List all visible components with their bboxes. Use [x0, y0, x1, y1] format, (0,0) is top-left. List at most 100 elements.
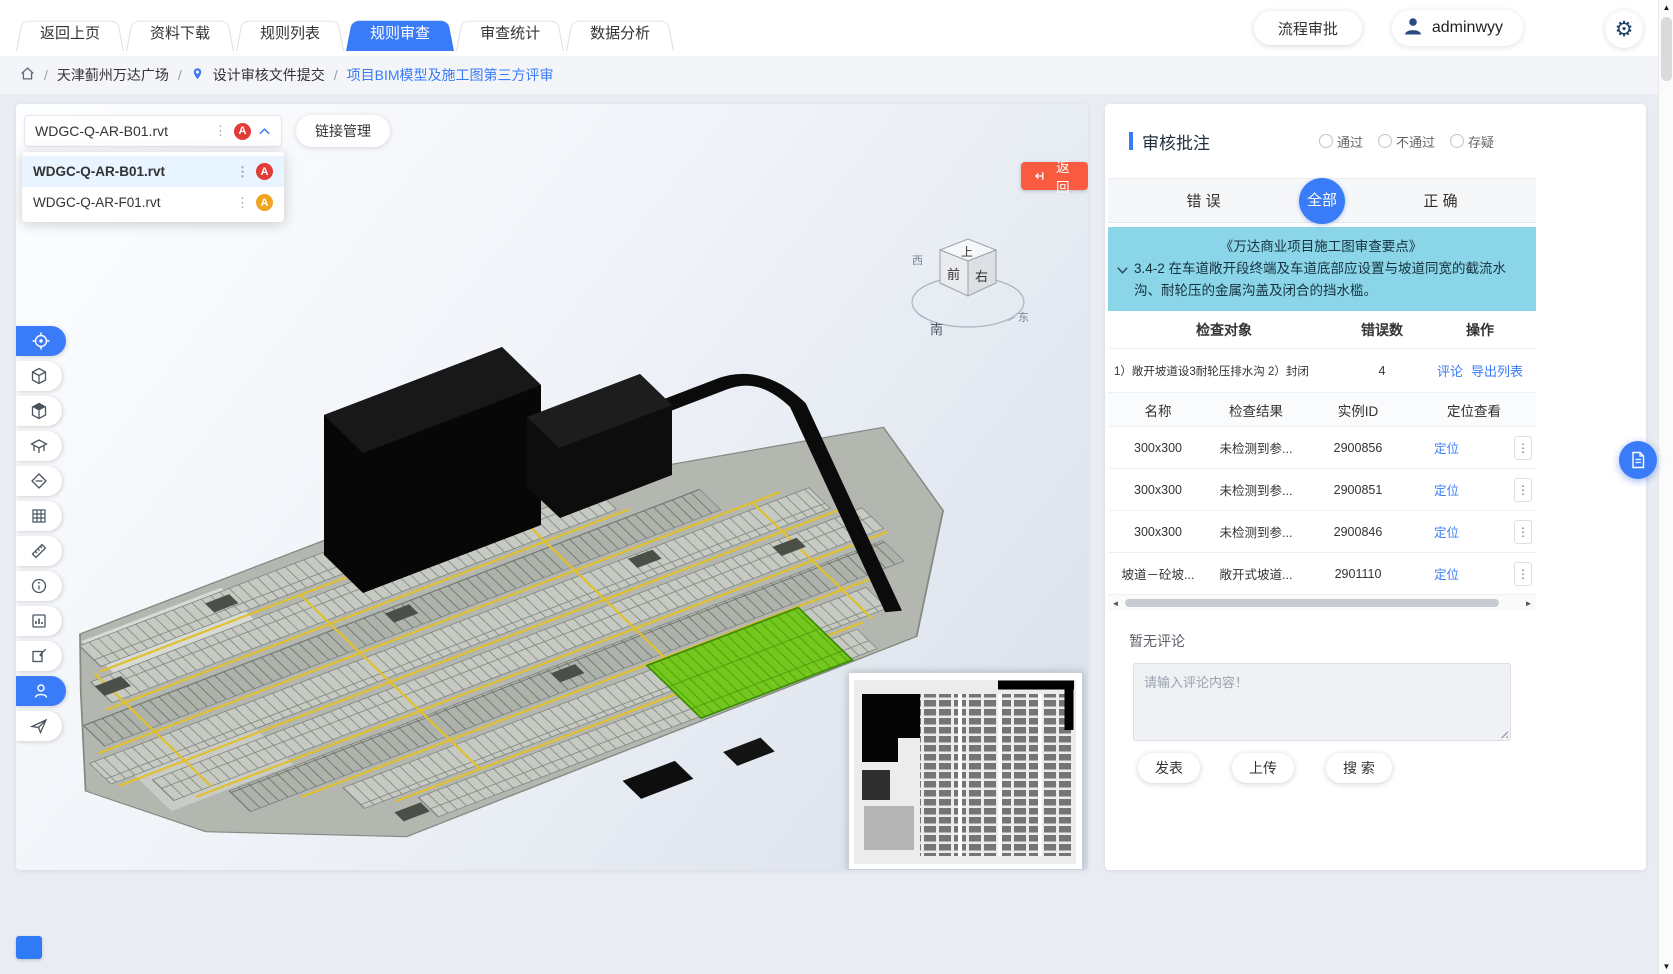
roam-person-icon[interactable]: [16, 676, 66, 706]
page-scrollbar[interactable]: ▲ ▼: [1658, 0, 1673, 974]
detail-table-header: 名称 检查结果 实例ID 定位查看: [1108, 393, 1536, 427]
navigate-crosshair-icon[interactable]: [16, 326, 66, 356]
document-fab[interactable]: [1619, 441, 1657, 479]
grid-icon[interactable]: [16, 501, 62, 531]
search-button[interactable]: 搜 索: [1326, 753, 1392, 783]
minimap[interactable]: [848, 672, 1083, 870]
post-button[interactable]: 发表: [1138, 753, 1200, 783]
tab-back-home[interactable]: 返回上页: [16, 17, 124, 51]
no-comments-text: 暂无评论: [1129, 631, 1536, 651]
locate-link[interactable]: 定位: [1434, 522, 1459, 541]
locate-link[interactable]: 定位: [1434, 564, 1459, 583]
export-list-link[interactable]: 导出列表: [1471, 361, 1523, 380]
breadcrumb-current: 项目BIM模型及施工图第三方评审: [347, 65, 554, 85]
radio-doubt[interactable]: 存疑: [1450, 132, 1494, 151]
radio-circle-icon: [1319, 134, 1333, 148]
breadcrumb-project[interactable]: 天津蓟州万达广场: [57, 65, 169, 85]
upload-button[interactable]: 上传: [1232, 753, 1294, 783]
cube-face-right[interactable]: 右: [975, 269, 988, 284]
review-result-radios: 通过 不通过 存疑: [1319, 132, 1494, 151]
model-cube-icon[interactable]: [16, 361, 62, 391]
tab-all[interactable]: 全部: [1299, 178, 1345, 224]
row-more-button[interactable]: ⋮: [1514, 436, 1532, 460]
model-cube-solid-icon[interactable]: [16, 396, 62, 426]
locate-link[interactable]: 定位: [1434, 480, 1459, 499]
tab-errors[interactable]: 错 误: [1108, 190, 1299, 211]
selected-model-name: WDGC-Q-AR-B01.rvt: [35, 123, 207, 139]
compass-south[interactable]: 南: [930, 322, 943, 337]
more-dots-icon: ⋮: [214, 123, 227, 139]
panel-header: 审核批注 通过 不通过 存疑: [1108, 104, 1536, 178]
info-icon[interactable]: [16, 571, 62, 601]
radio-fail[interactable]: 不通过: [1378, 132, 1435, 151]
settings-gear-icon[interactable]: ⚙: [1605, 10, 1643, 48]
section-plane-icon[interactable]: [16, 466, 62, 496]
tab-rule-review[interactable]: 规则审查: [346, 17, 454, 51]
chart-icon[interactable]: [16, 606, 62, 636]
radio-circle-icon: [1450, 134, 1464, 148]
send-icon[interactable]: [16, 711, 62, 741]
section-box-icon[interactable]: [16, 431, 62, 461]
view-cube[interactable]: 上 前 右 南 东 西: [904, 226, 1036, 346]
comment-input[interactable]: [1133, 663, 1511, 741]
viewer-back-button[interactable]: 返回: [1021, 162, 1088, 190]
bottom-left-partial-button[interactable]: [16, 936, 42, 959]
error-count: 4: [1340, 364, 1424, 378]
collapse-chevron-icon[interactable]: [1116, 264, 1129, 277]
dropdown-item-b01[interactable]: WDGC-Q-AR-B01.rvt ⋮ A: [22, 156, 284, 187]
annotate-icon[interactable]: [16, 641, 62, 671]
model-status-badge: A: [256, 163, 273, 180]
table-row: 坡道－砼坡... 敞开式坡道... 2901110 定位 ⋮: [1108, 553, 1536, 595]
tab-data-analysis[interactable]: 数据分析: [566, 17, 674, 51]
main-tabs: 返回上页 资料下载 规则列表 规则审查 审查统计 数据分析: [16, 17, 676, 51]
topbar: 返回上页 资料下载 规则列表 规则审查 审查统计 数据分析 流程审批 admin…: [0, 0, 1673, 56]
home-icon[interactable]: [20, 66, 35, 84]
tab-correct[interactable]: 正 确: [1345, 190, 1536, 211]
model-file-select[interactable]: WDGC-Q-AR-B01.rvt ⋮ A: [24, 115, 282, 147]
tab-rule-list[interactable]: 规则列表: [236, 17, 344, 51]
user-chip[interactable]: adminwyy: [1392, 10, 1523, 46]
breadcrumb-stage[interactable]: 设计审核文件提交: [213, 65, 325, 85]
tab-data-download[interactable]: 资料下载: [126, 17, 234, 51]
rule-highlight-card[interactable]: 《万达商业项目施工图审查要点》 3.4-2 在车道敞开段终端及车道底部应设置与坡…: [1108, 227, 1536, 311]
row-more-button[interactable]: ⋮: [1514, 520, 1532, 544]
row-more-button[interactable]: ⋮: [1514, 478, 1532, 502]
model-status-badge: A: [256, 194, 273, 211]
scrollbar-thumb[interactable]: [1661, 17, 1672, 81]
pin-icon: [191, 67, 204, 84]
avatar-icon: [1402, 15, 1424, 42]
dropdown-item-f01[interactable]: WDGC-Q-AR-F01.rvt ⋮ A: [22, 187, 284, 218]
table-row: 300x300 未检测到参... 2900856 定位 ⋮: [1108, 427, 1536, 469]
radio-circle-icon: [1378, 134, 1392, 148]
scroll-up-icon[interactable]: ▲: [1659, 3, 1673, 12]
model-viewer[interactable]: 上 前 右 南 东 西 WDGC-Q-AR-B01.rvt ⋮ A WDGC-Q…: [16, 104, 1088, 870]
topbar-right: 流程审批 adminwyy ⚙: [1254, 10, 1523, 46]
model-file-dropdown: WDGC-Q-AR-B01.rvt ⋮ A WDGC-Q-AR-F01.rvt …: [22, 152, 284, 222]
compass-west[interactable]: 西: [912, 255, 923, 267]
viewer-toolbar: [16, 326, 66, 741]
title-accent-bar: [1129, 132, 1133, 150]
table-horizontal-scrollbar[interactable]: ◄ ►: [1108, 595, 1536, 611]
measure-icon[interactable]: [16, 536, 62, 566]
check-table-row: 1）敞开坡道设3耐轮压排水沟 2）封闭 4 评论 导出列表: [1108, 349, 1536, 393]
tab-review-statistics[interactable]: 审查统计: [456, 17, 564, 51]
username: adminwyy: [1432, 19, 1503, 37]
compass-east[interactable]: 东: [1018, 311, 1029, 324]
cube-face-front[interactable]: 前: [947, 267, 960, 282]
radio-pass[interactable]: 通过: [1319, 132, 1363, 151]
locate-link[interactable]: 定位: [1434, 438, 1459, 457]
scroll-down-icon[interactable]: ▼: [1659, 962, 1673, 971]
comment-link[interactable]: 评论: [1437, 361, 1463, 380]
scroll-left-icon[interactable]: ◄: [1108, 599, 1123, 608]
row-more-button[interactable]: ⋮: [1514, 562, 1532, 586]
review-panel: 审核批注 通过 不通过 存疑 错 误 全部 正 确 《万达商业项目施工图审查要点…: [1105, 104, 1646, 870]
table-row: 300x300 未检测到参... 2900846 定位 ⋮: [1108, 511, 1536, 553]
breadcrumb: / 天津蓟州万达广场 / 设计审核文件提交 / 项目BIM模型及施工图第三方评审: [0, 56, 1673, 94]
more-dots-icon[interactable]: ⋮: [236, 164, 249, 180]
scrollbar-thumb[interactable]: [1125, 599, 1499, 607]
link-manage-button[interactable]: 链接管理: [296, 115, 390, 147]
more-dots-icon[interactable]: ⋮: [236, 195, 249, 211]
process-approval-button[interactable]: 流程审批: [1254, 11, 1362, 45]
cube-face-top[interactable]: 上: [961, 245, 973, 259]
scroll-right-icon[interactable]: ►: [1521, 599, 1536, 608]
